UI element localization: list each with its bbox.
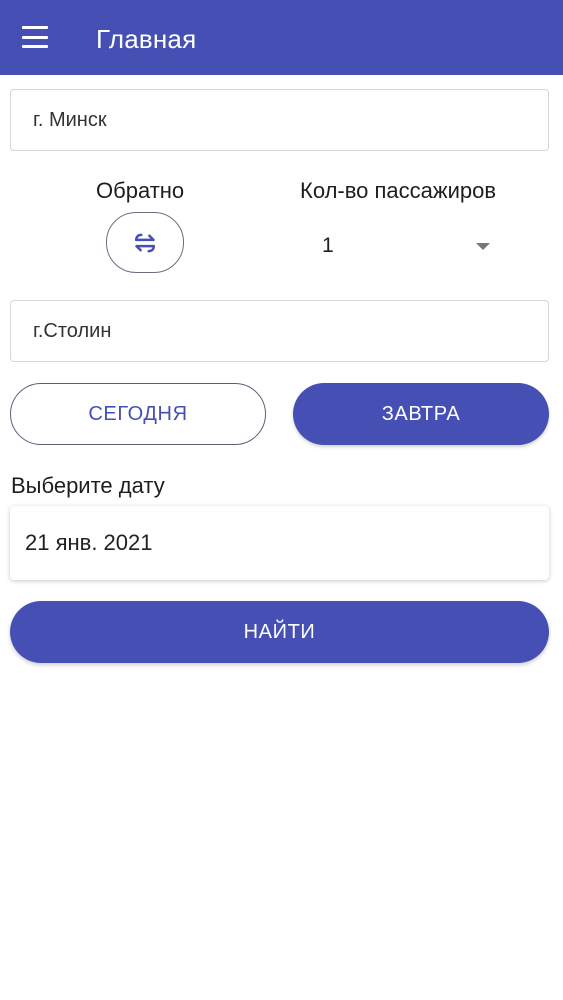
to-city-value: г.Столин [33, 319, 112, 342]
from-city-field[interactable]: г. Минск [10, 89, 549, 151]
to-city-field[interactable]: г.Столин [10, 300, 549, 362]
dropdown-caret-icon [476, 243, 490, 250]
date-value: 21 янв. 2021 [25, 530, 153, 555]
swap-direction-button[interactable] [106, 212, 184, 273]
page-title: Главная [96, 24, 197, 54]
swap-arrows-icon [135, 233, 155, 252]
search-button[interactable]: НАЙТИ [10, 601, 549, 663]
passengers-dropdown[interactable]: 1 [300, 220, 500, 272]
back-trip-label: Обратно [96, 178, 185, 203]
today-button[interactable]: СЕГОДНЯ [10, 383, 266, 445]
hamburger-menu-icon[interactable] [22, 26, 48, 48]
app-bar: Главная [0, 0, 563, 75]
from-city-value: г. Минск [33, 108, 107, 131]
passengers-label: Кол-во пассажиров [300, 178, 497, 203]
passengers-value: 1 [322, 234, 334, 257]
date-label: Выберите дату [11, 473, 165, 498]
date-picker-field[interactable]: 21 янв. 2021 [10, 506, 549, 580]
tomorrow-button[interactable]: ЗАВТРА [293, 383, 549, 445]
